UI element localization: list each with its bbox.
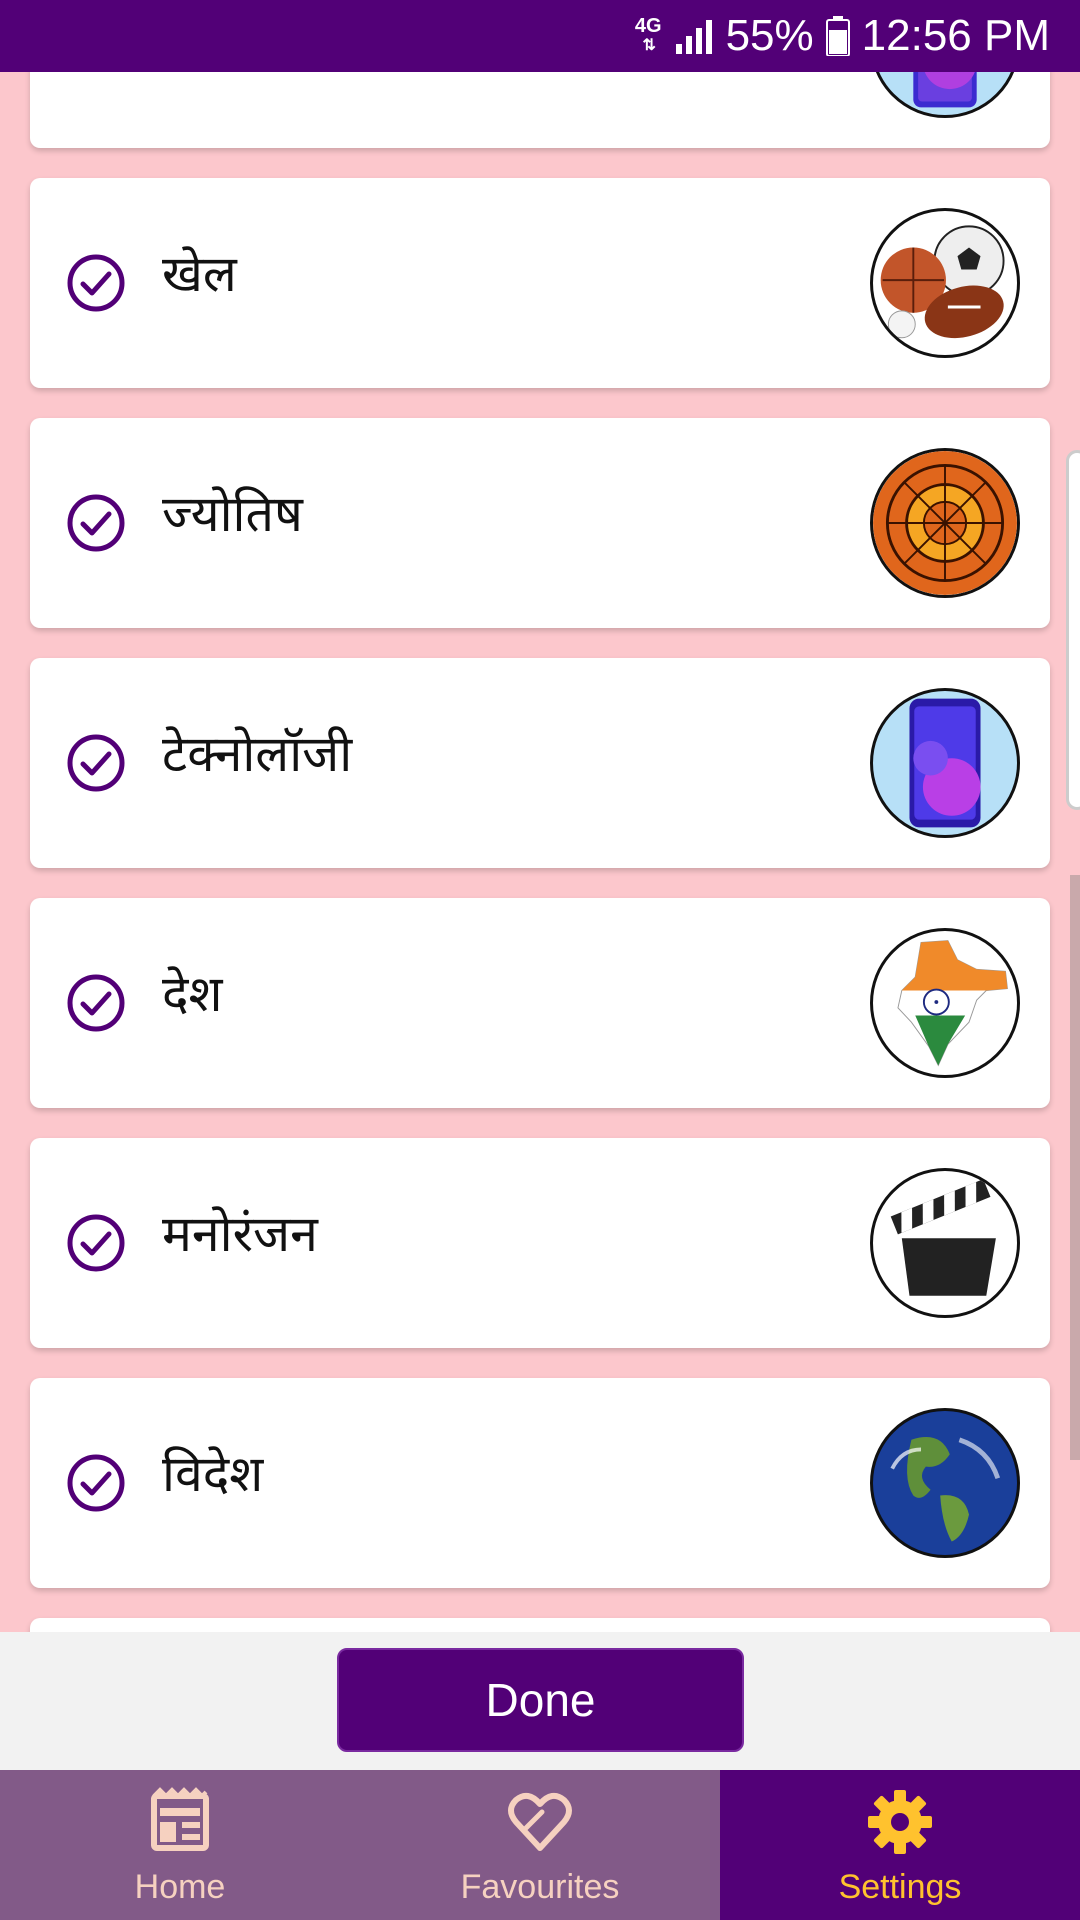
heart-icon [508, 1792, 572, 1851]
check-circle-icon[interactable] [66, 1453, 126, 1513]
network-indicator: 4G ⇅ [634, 15, 662, 54]
nav-home-label: Home [134, 1868, 226, 1906]
status-bar: 4G ⇅ 55% 12:56 PM [0, 0, 1080, 72]
category-card[interactable] [30, 1618, 1050, 1632]
category-card-entertainment[interactable]: मनोरंजन [30, 1138, 1050, 1348]
scrollbar[interactable] [1070, 875, 1080, 1460]
category-card-technology[interactable]: टेक्नोलॉजी [30, 658, 1050, 868]
category-label: विदेश [162, 1445, 264, 1503]
battery-icon [825, 16, 850, 56]
category-list[interactable]: खेल ज्योतिष टेक्नोलॉजी देश मनोरंजन विदेश [0, 0, 1080, 1632]
category-card-sports[interactable]: खेल [30, 178, 1050, 388]
signal-icon [675, 20, 712, 54]
done-button[interactable]: Done [337, 1648, 744, 1752]
sports-balls-icon [870, 208, 1020, 358]
check-circle-icon[interactable] [66, 253, 126, 313]
done-bar: Done [0, 1632, 1080, 1770]
nav-home[interactable]: Home [0, 1770, 360, 1920]
bottom-navigation: Home Favourites Settings [0, 1770, 1080, 1920]
gear-icon [868, 1790, 932, 1854]
category-card-astrology[interactable]: ज्योतिष [30, 418, 1050, 628]
nav-settings-label: Settings [838, 1868, 962, 1906]
check-circle-icon[interactable] [66, 973, 126, 1033]
category-card-country[interactable]: देश [30, 898, 1050, 1108]
india-map-icon [870, 928, 1020, 1078]
clapperboard-icon [870, 1168, 1020, 1318]
battery-percent: 55% [725, 11, 814, 60]
zodiac-wheel-icon [870, 448, 1020, 598]
network-type: 4G [634, 15, 662, 37]
check-circle-icon[interactable] [66, 733, 126, 793]
newspaper-icon [151, 1787, 209, 1851]
category-label: मनोरंजन [162, 1205, 318, 1263]
category-label: ज्योतिष [162, 485, 303, 543]
globe-icon [870, 1408, 1020, 1558]
smartphone-icon [870, 688, 1020, 838]
category-label: देश [162, 965, 223, 1023]
check-circle-icon[interactable] [66, 1213, 126, 1273]
fast-scroll-handle[interactable] [1066, 450, 1080, 810]
nav-favourites-label: Favourites [460, 1868, 620, 1906]
nav-settings[interactable]: Settings [720, 1770, 1080, 1920]
clock: 12:56 PM [861, 11, 1050, 60]
nav-favourites[interactable]: Favourites [360, 1770, 720, 1920]
check-circle-icon[interactable] [66, 493, 126, 553]
category-card-abroad[interactable]: विदेश [30, 1378, 1050, 1588]
category-label: टेक्नोलॉजी [162, 725, 353, 783]
category-label: खेल [162, 245, 237, 303]
